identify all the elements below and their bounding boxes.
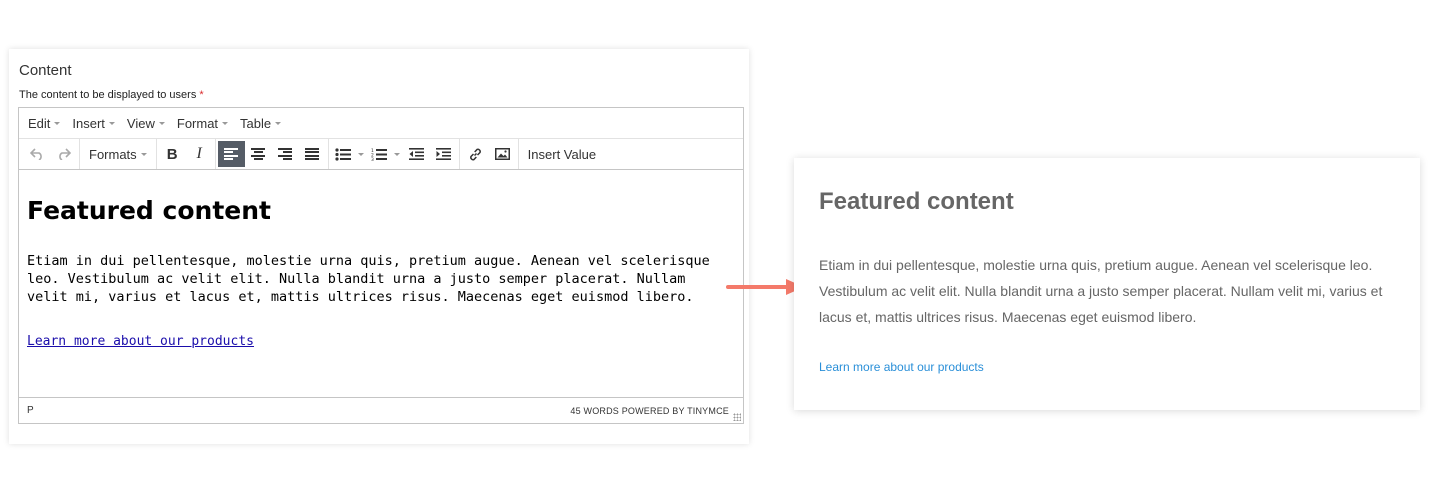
numbered-list-options[interactable] [391,141,403,167]
bullet-list-button[interactable] [331,141,355,167]
align-center-icon [251,148,266,160]
insert-group [460,139,519,169]
align-left-button[interactable] [217,141,245,167]
field-description: The content to be displayed to users * [19,89,204,101]
chevron-down-icon [393,153,400,156]
chevron-down-icon [222,122,229,125]
editor-paragraph: Etiam in dui pellentesque, molestie urna… [27,253,710,305]
editor-link[interactable]: Learn more about our products [27,334,254,349]
preview-card: Featured content Etiam in dui pellentesq… [794,158,1420,410]
menu-format[interactable]: Format [171,108,234,138]
chevron-down-icon [275,122,282,125]
preview-paragraph: Etiam in dui pellentesque, molestie urna… [819,257,1383,325]
chevron-down-icon [357,153,364,156]
indent-icon [435,148,451,160]
rich-text-editor: Edit Insert View Format Table Formats B … [18,107,744,424]
align-justify-icon [305,148,320,160]
numbered-list-icon: 123 [371,148,387,161]
menu-edit[interactable]: Edit [22,108,66,138]
formats-group: Formats [80,139,157,169]
insert-image-button[interactable] [489,141,516,167]
editor-menubar: Edit Insert View Format Table [19,108,743,139]
align-center-button[interactable] [245,141,272,167]
formats-label: Formats [89,146,137,162]
alignment-group [216,139,329,169]
bullet-list-icon [335,147,351,161]
numbered-list-button[interactable]: 123 [367,141,391,167]
italic-button[interactable]: I [186,141,213,167]
menu-view[interactable]: View [121,108,171,138]
resize-handle-icon[interactable] [733,413,741,421]
bullet-list-options[interactable] [355,141,367,167]
redo-icon [58,148,71,160]
bold-icon: B [166,145,178,163]
menu-edit-label: Edit [28,115,51,131]
menu-view-label: View [126,115,155,131]
chevron-down-icon [158,122,165,125]
statusbar-info: 45 WORDS POWERED BY TINYMCE [570,406,729,416]
required-mark: * [199,89,204,101]
word-count: 45 WORDS [570,405,619,416]
editor-content-area[interactable]: Featured content Etiam in dui pellentesq… [19,170,743,395]
align-left-icon [224,148,239,160]
preview-heading: Featured content [819,188,1014,215]
bold-button[interactable]: B [159,141,186,167]
insert-link-button[interactable] [462,141,489,167]
text-style-group: B I [157,139,216,169]
editor-heading: Featured content [27,196,271,225]
chevron-down-icon [140,153,147,156]
chevron-down-icon [108,122,115,125]
menu-table-label: Table [240,115,272,131]
menu-insert[interactable]: Insert [66,108,121,138]
element-path[interactable]: P [27,405,34,416]
menu-table[interactable]: Table [234,108,287,138]
formats-dropdown[interactable]: Formats [82,141,154,167]
svg-text:3: 3 [371,157,374,161]
outdent-icon [408,148,424,160]
undo-button[interactable] [23,141,50,167]
preview-link[interactable]: Learn more about our products [819,360,984,374]
menu-insert-label: Insert [72,115,105,131]
align-right-button[interactable] [272,141,299,167]
indent-button[interactable] [430,141,457,167]
powered-by-link[interactable]: POWERED BY TINYMCE [622,406,729,416]
list-group: 123 [329,139,460,169]
insert-value-button[interactable]: Insert Value [521,141,603,167]
redo-button[interactable] [50,141,77,167]
editor-panel: Content The content to be displayed to u… [9,49,749,444]
outdent-button[interactable] [403,141,430,167]
editor-statusbar: P 45 WORDS POWERED BY TINYMCE [19,397,743,423]
menu-format-label: Format [176,115,219,131]
link-icon [469,148,481,160]
chevron-down-icon [54,122,61,125]
undo-icon [29,148,42,160]
align-justify-button[interactable] [299,141,326,167]
editor-toolbar: Formats B I 1 2 3 Insert Value [19,139,743,170]
history-group [21,139,80,169]
italic-icon: I [196,145,202,162]
field-description-text: The content to be displayed to users [19,89,197,101]
insert-value-group: Insert Value [519,139,605,169]
align-right-icon [278,148,293,160]
image-icon [494,148,510,160]
field-title: Content [19,62,72,79]
